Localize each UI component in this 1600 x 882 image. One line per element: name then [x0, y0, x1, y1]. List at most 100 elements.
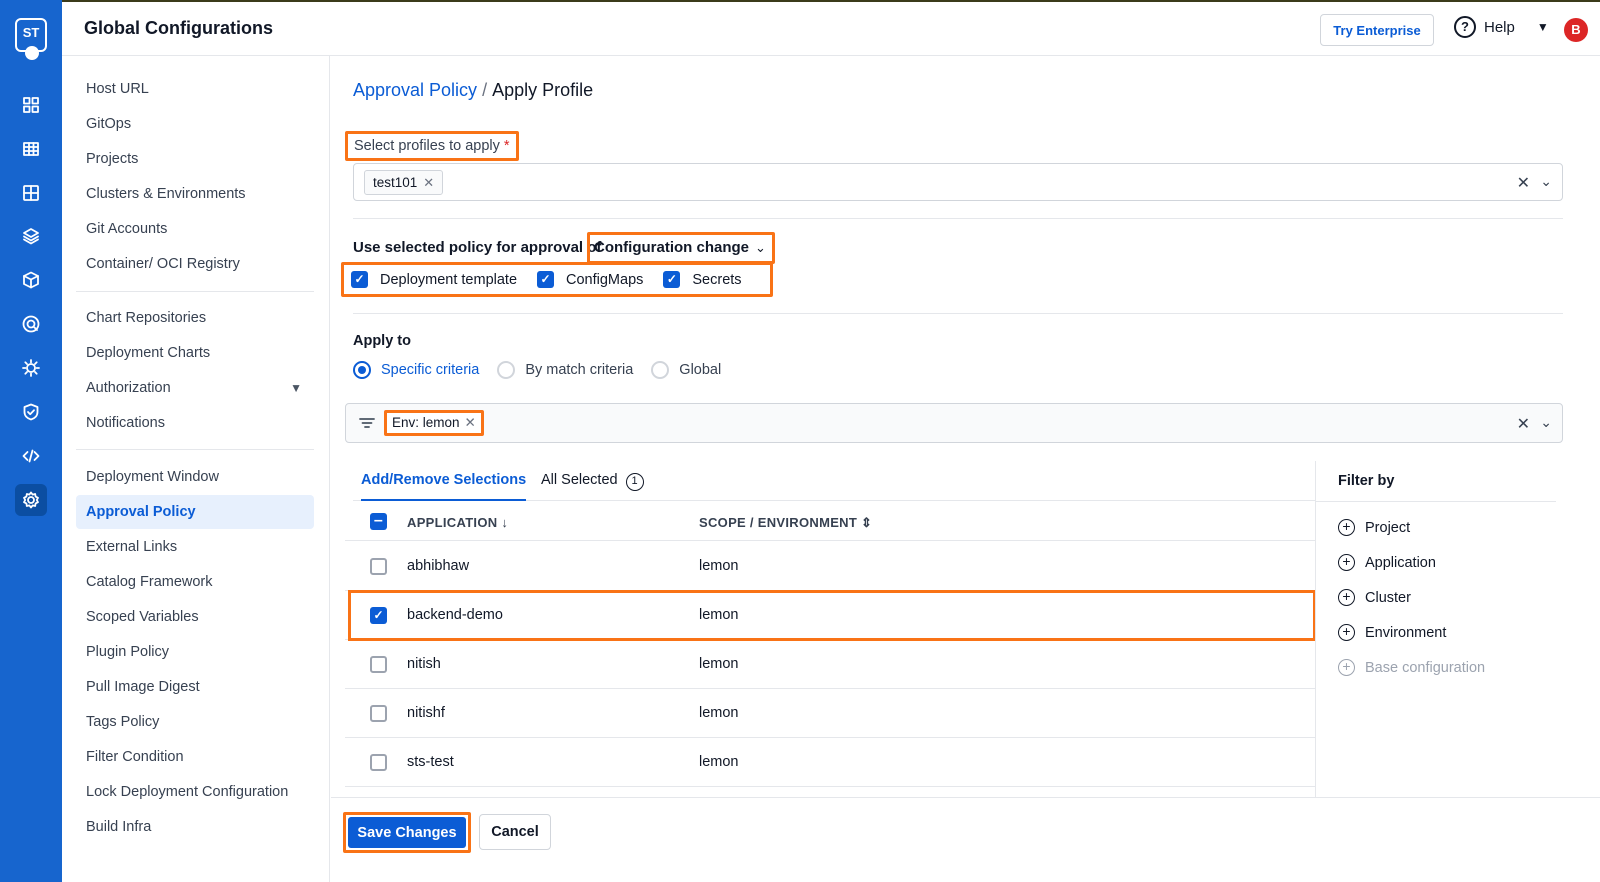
- policy-checkboxes: ✓ Deployment template ✓ ConfigMaps ✓ Secret…: [341, 262, 773, 297]
- filter-by-environment[interactable]: + Environment: [1338, 624, 1446, 641]
- row-checkbox[interactable]: [370, 558, 387, 575]
- gear-bug-icon[interactable]: [15, 352, 47, 384]
- column-application[interactable]: APPLICATION ↓: [407, 515, 508, 530]
- table-row[interactable]: nitishf lemon: [345, 689, 1315, 738]
- try-enterprise-button[interactable]: Try Enterprise: [1320, 14, 1434, 46]
- shield-check-icon[interactable]: [15, 396, 47, 428]
- selection-tabs: Add/Remove Selections All Selected 1: [353, 461, 1315, 501]
- app-logo[interactable]: ST: [15, 18, 47, 60]
- nav-item-approval-policy[interactable]: Approval Policy: [76, 495, 314, 529]
- tab-all-selected[interactable]: All Selected 1: [541, 461, 644, 501]
- cancel-button[interactable]: Cancel: [479, 814, 551, 850]
- nav-item[interactable]: Notifications: [76, 406, 314, 440]
- select-all-checkbox[interactable]: –: [370, 513, 387, 530]
- nav-item[interactable]: GitOps: [76, 107, 314, 141]
- profile-chip: test101 ✕: [364, 170, 444, 195]
- checkbox-secrets[interactable]: ✓ Secrets: [663, 271, 742, 288]
- radio-by-match-criteria[interactable]: By match criteria: [497, 361, 633, 379]
- nav-item[interactable]: Plugin Policy: [76, 635, 314, 669]
- page-title: Global Configurations: [84, 18, 273, 38]
- nav-item[interactable]: Lock Deployment Configuration: [76, 775, 314, 809]
- profiles-label: Select profiles to apply *: [345, 131, 519, 161]
- nav-item[interactable]: Tags Policy: [76, 705, 314, 739]
- env-filter-chip: Env: lemon ✕: [384, 410, 484, 436]
- table-row[interactable]: abhibhaw lemon: [345, 542, 1315, 591]
- avatar[interactable]: B: [1564, 18, 1588, 42]
- clear-icon[interactable]: ✕: [1517, 414, 1530, 434]
- chip-remove-icon[interactable]: ✕: [465, 415, 476, 430]
- table-icon[interactable]: [15, 133, 47, 165]
- radio-icon[interactable]: [497, 361, 516, 379]
- save-changes-button[interactable]: Save Changes: [348, 817, 466, 848]
- grid-icon[interactable]: [15, 89, 47, 121]
- top-bar: Global Configurations Try Enterprise ? H…: [62, 0, 1600, 56]
- filter-by-panel: Filter by + Project + Application + Cluster…: [1315, 461, 1600, 797]
- help-menu[interactable]: ? Help ▼: [1454, 16, 1549, 38]
- plus-circle-icon: +: [1338, 659, 1355, 676]
- nav-item[interactable]: Chart Repositories: [76, 301, 314, 335]
- nav-item[interactable]: Filter Condition: [76, 740, 314, 774]
- checkbox-configmaps[interactable]: ✓ ConfigMaps: [537, 271, 643, 288]
- target-icon[interactable]: [15, 308, 47, 340]
- row-checkbox[interactable]: [370, 754, 387, 771]
- nav-item-authorization[interactable]: Authorization ▼: [76, 371, 314, 405]
- checkbox-checked-icon[interactable]: ✓: [663, 271, 681, 288]
- filter-by-project[interactable]: + Project: [1338, 519, 1410, 536]
- plus-circle-icon: +: [1338, 554, 1355, 571]
- plus-circle-icon: +: [1338, 589, 1355, 606]
- selected-row-highlight: [348, 590, 1316, 641]
- apps-icon[interactable]: [15, 177, 47, 209]
- chevron-down-icon[interactable]: ⌄: [1540, 414, 1552, 431]
- checkbox-checked-icon[interactable]: ✓: [351, 271, 368, 288]
- checkbox-checked-icon[interactable]: ✓: [537, 271, 555, 288]
- breadcrumb: Approval Policy / Apply Profile: [353, 80, 594, 100]
- footer-actions: Save Changes Cancel: [331, 797, 1600, 882]
- filter-by-title: Filter by: [1338, 473, 1395, 489]
- panel-divider: [1316, 501, 1556, 502]
- radio-icon[interactable]: [651, 361, 670, 379]
- nav-item[interactable]: Host URL: [76, 72, 314, 106]
- row-checkbox[interactable]: [370, 705, 387, 722]
- policy-type-dropdown[interactable]: Configuration change ⌄: [587, 232, 775, 264]
- breadcrumb-parent[interactable]: Approval Policy: [353, 80, 477, 100]
- apply-to-label: Apply to: [353, 333, 411, 349]
- breadcrumb-current: Apply Profile: [492, 80, 594, 100]
- radio-global[interactable]: Global: [651, 361, 721, 379]
- table-row[interactable]: sts-test lemon: [345, 738, 1315, 787]
- nav-item[interactable]: Clusters & Environments: [76, 177, 314, 211]
- column-scope-environment[interactable]: SCOPE / ENVIRONMENT ⇕: [699, 515, 872, 531]
- help-icon: ?: [1454, 16, 1476, 38]
- policy-prefix: Use selected policy for approval of: [353, 239, 602, 256]
- layers-icon[interactable]: [15, 220, 47, 252]
- filter-by-application[interactable]: + Application: [1338, 554, 1436, 571]
- nav-item[interactable]: Deployment Window: [76, 460, 314, 494]
- nav-item[interactable]: Container/ OCI Registry: [76, 247, 314, 281]
- tab-add-remove-selections[interactable]: Add/Remove Selections: [361, 461, 527, 501]
- app-rail: ST: [0, 0, 62, 882]
- nav-item[interactable]: Pull Image Digest: [76, 670, 314, 704]
- chip-remove-icon[interactable]: ✕: [423, 175, 434, 190]
- table-row[interactable]: nitish lemon: [345, 640, 1315, 689]
- code-icon[interactable]: [15, 440, 47, 472]
- filter-by-cluster[interactable]: + Cluster: [1338, 589, 1411, 606]
- checkbox-deployment-template[interactable]: ✓ Deployment template: [351, 271, 517, 288]
- radio-specific-criteria[interactable]: Specific criteria: [353, 361, 479, 379]
- environment-filter[interactable]: Env: lemon ✕ ✕ ⌄: [345, 403, 1563, 443]
- profiles-select[interactable]: test101 ✕ ✕ ⌄: [353, 163, 1563, 201]
- row-checkbox[interactable]: [370, 656, 387, 673]
- nav-item[interactable]: Projects: [76, 142, 314, 176]
- settings-icon[interactable]: [15, 484, 47, 516]
- nav-item[interactable]: Build Infra: [76, 810, 314, 844]
- radio-selected-icon[interactable]: [353, 361, 371, 379]
- chevron-down-icon[interactable]: ⌄: [1540, 173, 1552, 190]
- clear-icon[interactable]: ✕: [1517, 173, 1530, 193]
- cube-icon[interactable]: [15, 264, 47, 296]
- nav-item[interactable]: Catalog Framework: [76, 565, 314, 599]
- nav-item[interactable]: Deployment Charts: [76, 336, 314, 370]
- nav-divider: [76, 291, 314, 292]
- nav-item[interactable]: External Links: [76, 530, 314, 564]
- main-content: Approval Policy / Apply Profile Select p…: [331, 56, 1600, 882]
- nav-item[interactable]: Scoped Variables: [76, 600, 314, 634]
- nav-item[interactable]: Git Accounts: [76, 212, 314, 246]
- chevron-down-icon: ⌄: [755, 240, 766, 255]
